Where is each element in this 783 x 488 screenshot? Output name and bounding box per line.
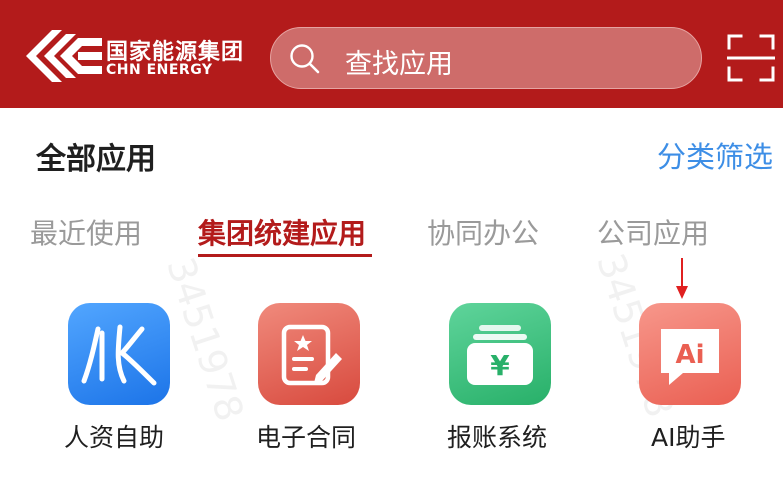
app-expense-system[interactable]: ¥ 报账系统 [447,303,599,453]
page-title: 全部应用 [36,142,156,177]
e-contract-icon [258,303,360,405]
app-label: AI助手 [651,423,726,452]
app-label: 人资自助 [64,423,165,452]
app-header: 国家能源集团 CHN ENERGY 查找应用 [0,0,783,108]
app-label: 报账系统 [447,423,548,452]
app-ai-assistant[interactable]: Ai AI助手 [639,303,783,453]
tab-group-apps[interactable]: 集团统建应用 [198,212,366,252]
hr-self-service-icon [68,303,170,405]
ai-glyph: Ai [675,340,704,370]
ai-assistant-icon: Ai [639,303,741,405]
chn-energy-logo-mark-icon [26,30,102,82]
search-icon [290,44,320,74]
category-filter-link[interactable]: 分类筛选 [657,134,773,176]
expense-system-icon: ¥ [449,303,551,405]
tab-company-apps[interactable]: 公司应用 [597,212,709,252]
app-e-contract[interactable]: 电子合同 [256,303,408,453]
scan-icon[interactable] [727,34,775,82]
search-input[interactable]: 查找应用 [270,27,702,89]
search-placeholder: 查找应用 [345,49,453,80]
arrow-down-icon [676,258,688,299]
app-hr-self-service[interactable]: 人资自助 [64,303,218,453]
app-category-tabs: 最近使用 集团统建应用 协同办公 公司应用 [0,212,783,262]
active-tab-indicator [198,254,372,257]
app-label: 电子合同 [256,423,357,452]
tab-collaboration[interactable]: 协同办公 [427,212,539,252]
chn-energy-logo: 国家能源集团 CHN ENERGY [26,28,256,84]
yen-symbol: ¥ [490,349,510,382]
logo-english-name: CHN ENERGY [106,62,213,78]
tab-recent[interactable]: 最近使用 [30,212,142,252]
